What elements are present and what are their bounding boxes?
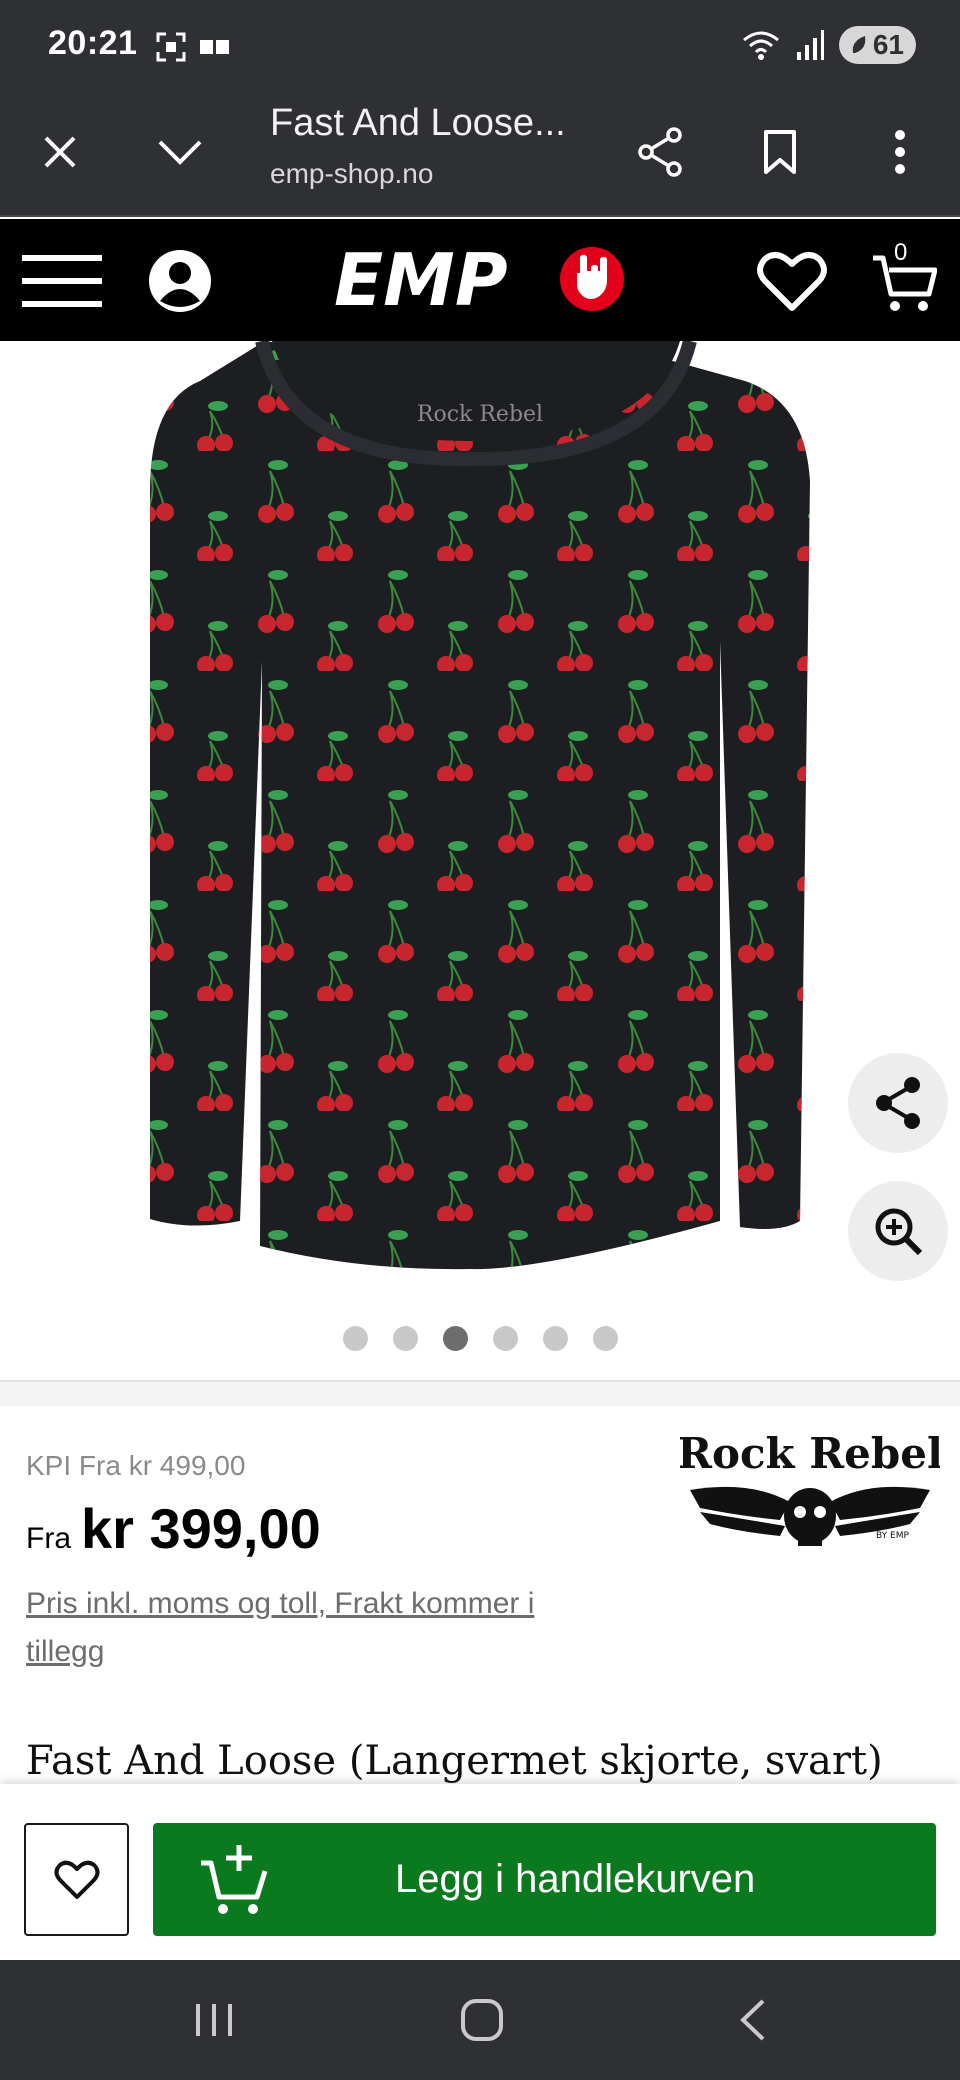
- screenshot-icon: [156, 32, 186, 62]
- zoom-button[interactable]: [848, 1181, 948, 1281]
- more-options-button[interactable]: [870, 122, 930, 182]
- battery-saver-icon: [852, 36, 866, 53]
- minimize-button[interactable]: [150, 122, 210, 182]
- wifi-icon: [742, 31, 779, 60]
- back-icon: [740, 1999, 765, 2041]
- original-price: KPI Fra kr 499,00: [26, 1450, 246, 1481]
- battery-level: 61: [872, 29, 904, 60]
- add-to-cart-label: Legg i handlekurven: [395, 1857, 756, 1901]
- status-time: 20:21: [48, 24, 138, 62]
- price-line: Fra kr 399,00: [26, 1496, 321, 1561]
- menu-button[interactable]: [20, 239, 104, 323]
- price-info-link[interactable]: Pris inkl. moms og toll, Frakt kommer i …: [26, 1580, 586, 1676]
- account-button[interactable]: [138, 239, 222, 323]
- system-nav-bar: [0, 1960, 960, 2080]
- close-tab-button[interactable]: [30, 122, 90, 182]
- carousel-dot[interactable]: [392, 1326, 418, 1351]
- status-right-icons: 61: [741, 26, 916, 64]
- signal-icon: [796, 30, 824, 60]
- shirt-brand-label: Rock Rebel: [417, 402, 543, 427]
- carousel-dots: [0, 1326, 960, 1351]
- brand-logo[interactable]: Rock Rebel BY EMP: [677, 1420, 943, 1560]
- back-button[interactable]: [722, 1990, 782, 2050]
- carousel-dot[interactable]: [592, 1326, 618, 1351]
- battery-indicator: 61: [838, 26, 916, 64]
- price: kr 399,00: [81, 1497, 321, 1560]
- carousel-dot[interactable]: [342, 1326, 368, 1351]
- add-to-cart-button[interactable]: Legg i handlekurven: [153, 1823, 936, 1936]
- share-button[interactable]: [630, 122, 690, 182]
- carousel-dot[interactable]: [492, 1326, 518, 1351]
- recent-apps-button[interactable]: [184, 1990, 244, 2050]
- section-divider: [0, 1380, 960, 1406]
- add-cart-icon: [201, 1845, 268, 1914]
- share-icon: [876, 1077, 920, 1129]
- heart-icon: [757, 252, 827, 311]
- page-url[interactable]: emp-shop.no: [270, 158, 433, 190]
- bookmark-icon: [764, 130, 796, 174]
- heart-icon: [54, 1860, 99, 1899]
- recents-icon: [196, 2004, 232, 2036]
- cart-count: 0: [894, 239, 908, 266]
- home-button[interactable]: [452, 1990, 512, 2050]
- image-share-button[interactable]: [848, 1053, 948, 1153]
- home-icon: [461, 1999, 503, 2041]
- status-bar: 20:21 61: [0, 0, 960, 90]
- sticky-action-bar: Legg i handlekurven: [0, 1784, 960, 1960]
- brand-sub: BY EMP: [876, 1531, 909, 1541]
- emp-logo[interactable]: EMP: [330, 237, 640, 323]
- product-image[interactable]: Rock Rebel: [0, 341, 960, 1286]
- page-title: Fast And Loose...: [270, 102, 566, 144]
- media-icon: [200, 40, 229, 54]
- user-icon: [149, 250, 211, 312]
- chevron-down-icon: [158, 140, 202, 165]
- share-icon: [638, 127, 682, 177]
- site-header: EMP 0: [0, 219, 960, 341]
- carousel-dot-active[interactable]: [442, 1326, 468, 1351]
- carousel-dot[interactable]: [542, 1326, 568, 1351]
- logo-text: EMP: [334, 238, 508, 322]
- product-title: Fast And Loose (Langermet skjorte, svart…: [26, 1738, 883, 1784]
- wishlist-button[interactable]: [750, 239, 834, 323]
- hamburger-icon: [22, 255, 102, 307]
- add-to-wishlist-button[interactable]: [24, 1823, 129, 1936]
- zoom-in-icon: [875, 1208, 923, 1256]
- close-icon: [44, 136, 76, 168]
- browser-toolbar: Fast And Loose... emp-shop.no: [0, 90, 960, 217]
- price-prefix: Fra: [26, 1522, 71, 1555]
- more-vertical-icon: [895, 130, 905, 174]
- brand-name: Rock Rebel: [680, 1429, 940, 1478]
- bookmark-button[interactable]: [750, 122, 810, 182]
- status-left-icons: [154, 30, 232, 64]
